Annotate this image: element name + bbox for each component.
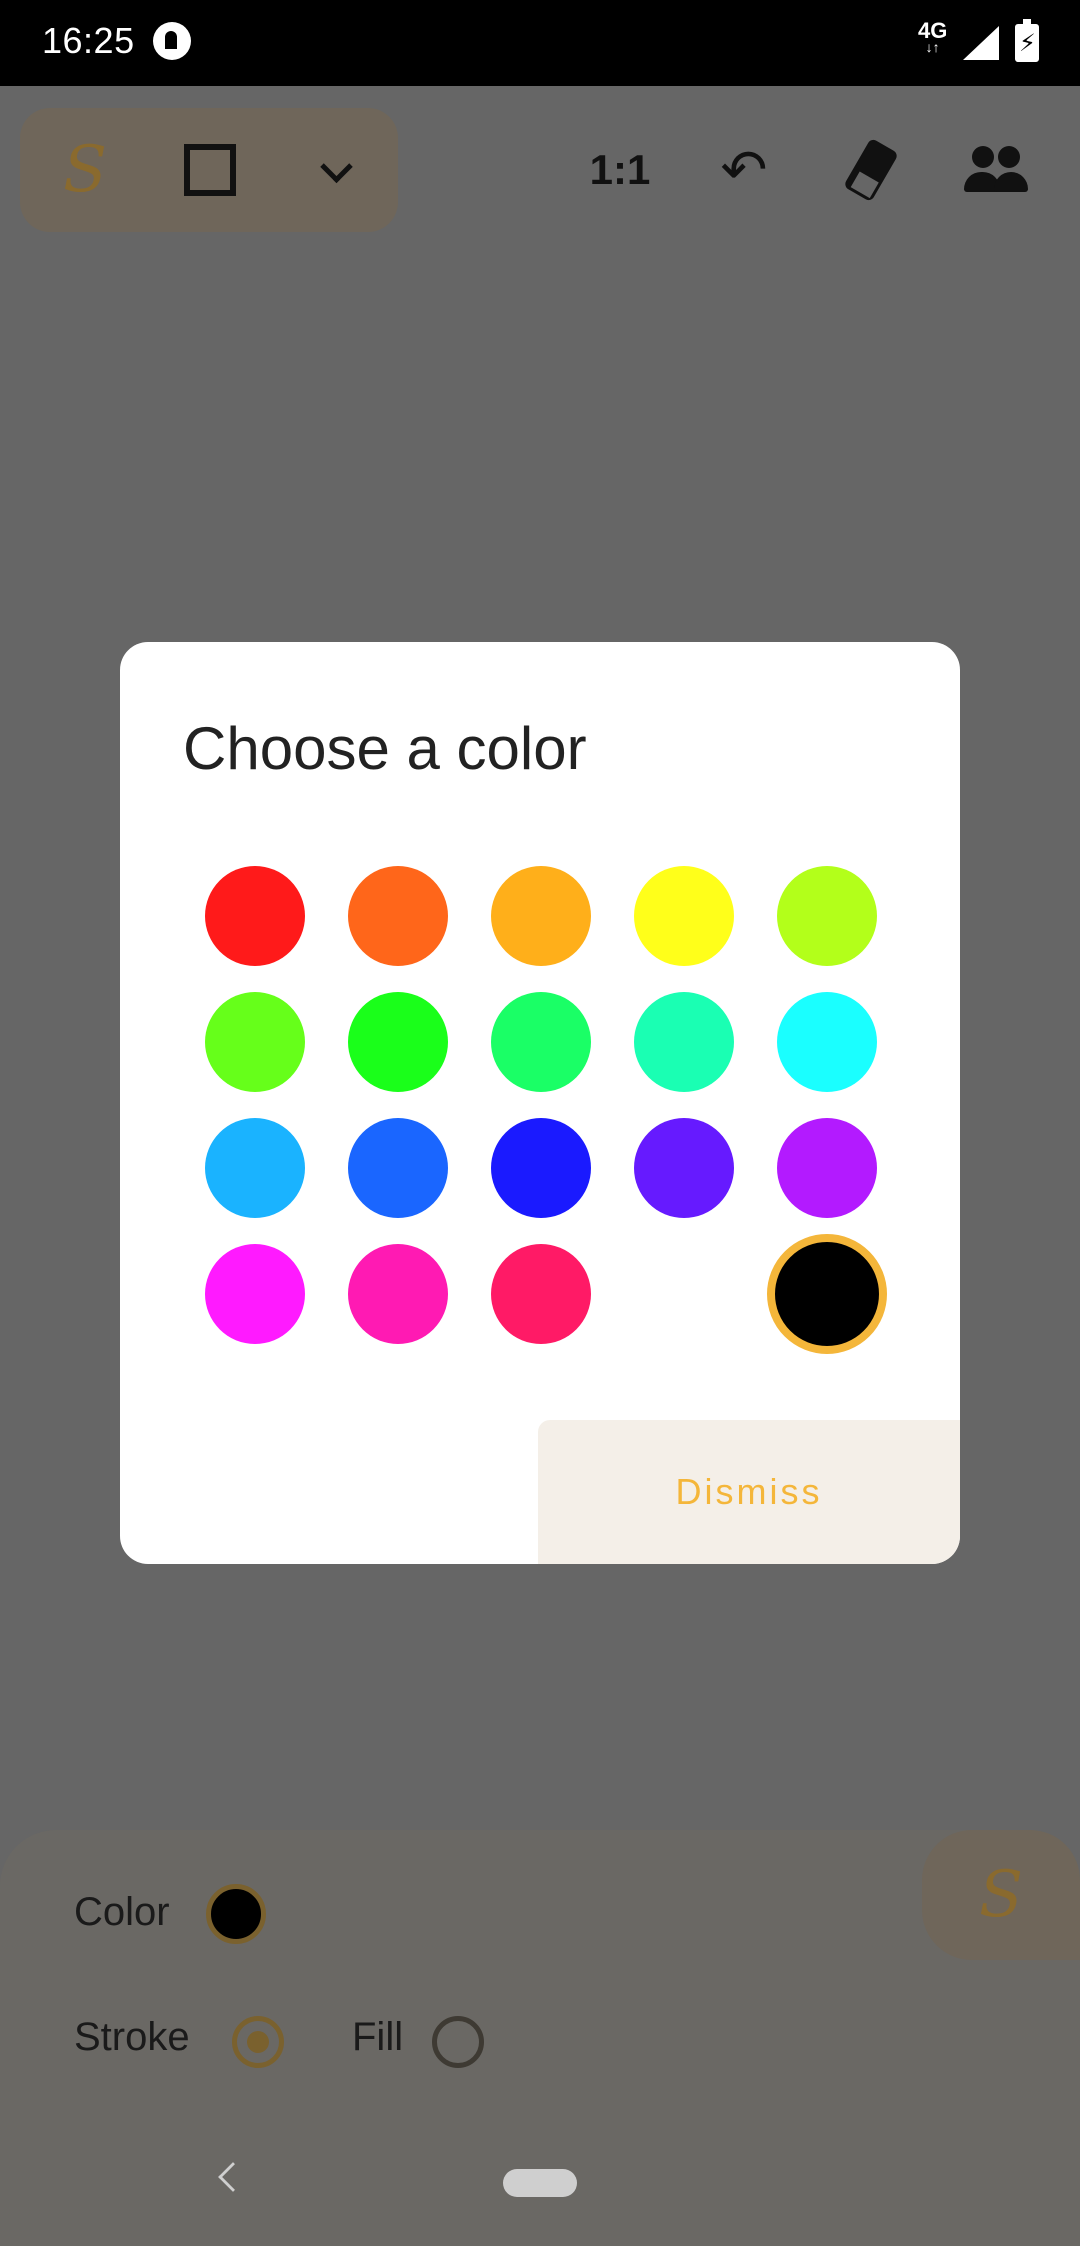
color-swatch[interactable] [777,1118,877,1218]
fill-label: Fill [352,2015,404,2059]
color-swatch[interactable] [348,992,448,1092]
people-icon[interactable] [964,144,1028,196]
rectangle-icon[interactable] [184,144,236,196]
battery-charging-icon: ⚡ [1015,19,1039,62]
color-swatch[interactable] [491,992,591,1092]
color-swatch[interactable] [777,866,877,966]
eraser-icon[interactable] [846,142,896,198]
color-swatch[interactable] [491,1244,591,1344]
fill-radio[interactable] [432,2016,484,2068]
color-swatch[interactable] [491,1118,591,1218]
color-swatch[interactable] [491,866,591,966]
color-swatch[interactable] [348,1118,448,1218]
status-bar: 16:25 4G ↓↑ ⚡ [0,0,1080,86]
undo-icon[interactable]: ↶ [714,138,774,201]
color-swatch[interactable] [348,866,448,966]
network-4g-icon: 4G ↓↑ [918,20,947,55]
status-time: 16:25 [42,20,135,61]
color-swatch-grid [205,866,905,1366]
stroke-label: Stroke [74,2015,190,2059]
dismiss-button[interactable]: Dismiss [538,1420,960,1564]
color-swatch[interactable] [634,866,734,966]
color-swatch[interactable] [205,992,305,1092]
dialog-title: Choose a color [183,715,587,782]
stroke-radio[interactable] [232,2016,284,2068]
home-pill-icon[interactable] [503,2169,577,2197]
current-color-swatch[interactable] [206,1884,266,1944]
pen-icon[interactable]: S [50,130,120,210]
app-notification-icon [153,22,191,60]
color-swatch[interactable] [205,1118,305,1218]
color-swatch[interactable] [634,992,734,1092]
battery-bolt: ⚡ [1019,30,1036,57]
zoom-ratio-button[interactable]: 1:1 [580,140,660,200]
color-swatch[interactable] [767,1234,887,1354]
color-swatch[interactable] [205,866,305,966]
chevron-down-icon[interactable] [314,150,358,194]
color-swatch[interactable] [205,1244,305,1344]
signal-icon [963,26,999,60]
color-swatch[interactable] [634,1118,734,1218]
color-swatch[interactable] [777,992,877,1092]
pen-fab-icon[interactable]: S [922,1830,1080,1960]
color-label: Color [74,1890,170,1934]
color-picker-dialog: Choose a color Dismiss [120,642,960,1564]
color-swatch[interactable] [348,1244,448,1344]
